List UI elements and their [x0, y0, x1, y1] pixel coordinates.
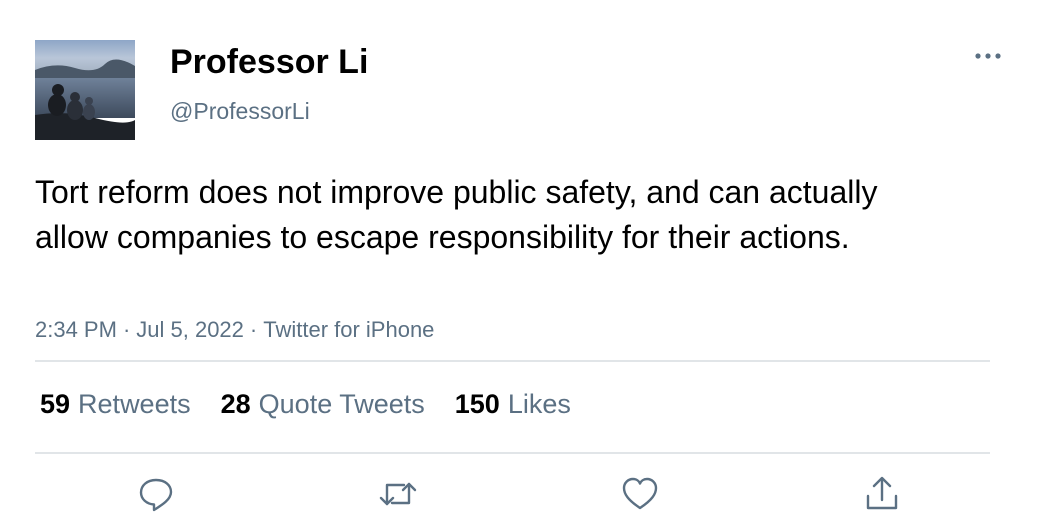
tweet-time[interactable]: 2:34 PM [35, 317, 117, 342]
retweets-count: 59 [40, 388, 71, 419]
quote-tweets-stat[interactable]: 28 Quote Tweets [221, 389, 425, 420]
retweet-icon [379, 482, 417, 506]
divider [35, 452, 990, 454]
retweets-stat[interactable]: 59 Retweets [40, 389, 191, 420]
tweet-meta: 2:34 PM · Jul 5, 2022 · Twitter for iPhone [35, 315, 434, 345]
user-handle[interactable]: @ProfessorLi [170, 96, 310, 126]
avatar[interactable] [35, 40, 135, 140]
likes-label: Likes [507, 388, 571, 419]
tweet-date[interactable]: Jul 5, 2022 [136, 317, 244, 342]
more-options-icon[interactable] [966, 42, 1010, 70]
share-button[interactable] [862, 474, 902, 514]
display-name[interactable]: Professor Li [170, 42, 368, 82]
heart-icon [622, 477, 658, 510]
like-button[interactable] [620, 474, 660, 514]
retweet-button[interactable] [378, 474, 418, 514]
avatar-photo [35, 40, 135, 140]
share-icon [866, 476, 898, 510]
quote-tweets-label: Quote Tweets [258, 388, 425, 419]
reply-button[interactable] [136, 474, 176, 514]
tweet-source[interactable]: Twitter for iPhone [263, 317, 434, 342]
meta-separator: · [122, 317, 131, 342]
reply-icon [139, 478, 173, 512]
likes-count: 150 [454, 388, 500, 419]
likes-stat[interactable]: 150 Likes [455, 389, 571, 420]
tweet-stats: 59 Retweets 28 Quote Tweets 150 Likes [40, 386, 601, 422]
meta-separator: · [249, 317, 258, 342]
tweet-text: Tort reform does not improve public safe… [35, 174, 878, 255]
quote-tweets-count: 28 [220, 388, 251, 419]
divider [35, 360, 990, 362]
retweets-label: Retweets [78, 388, 191, 419]
